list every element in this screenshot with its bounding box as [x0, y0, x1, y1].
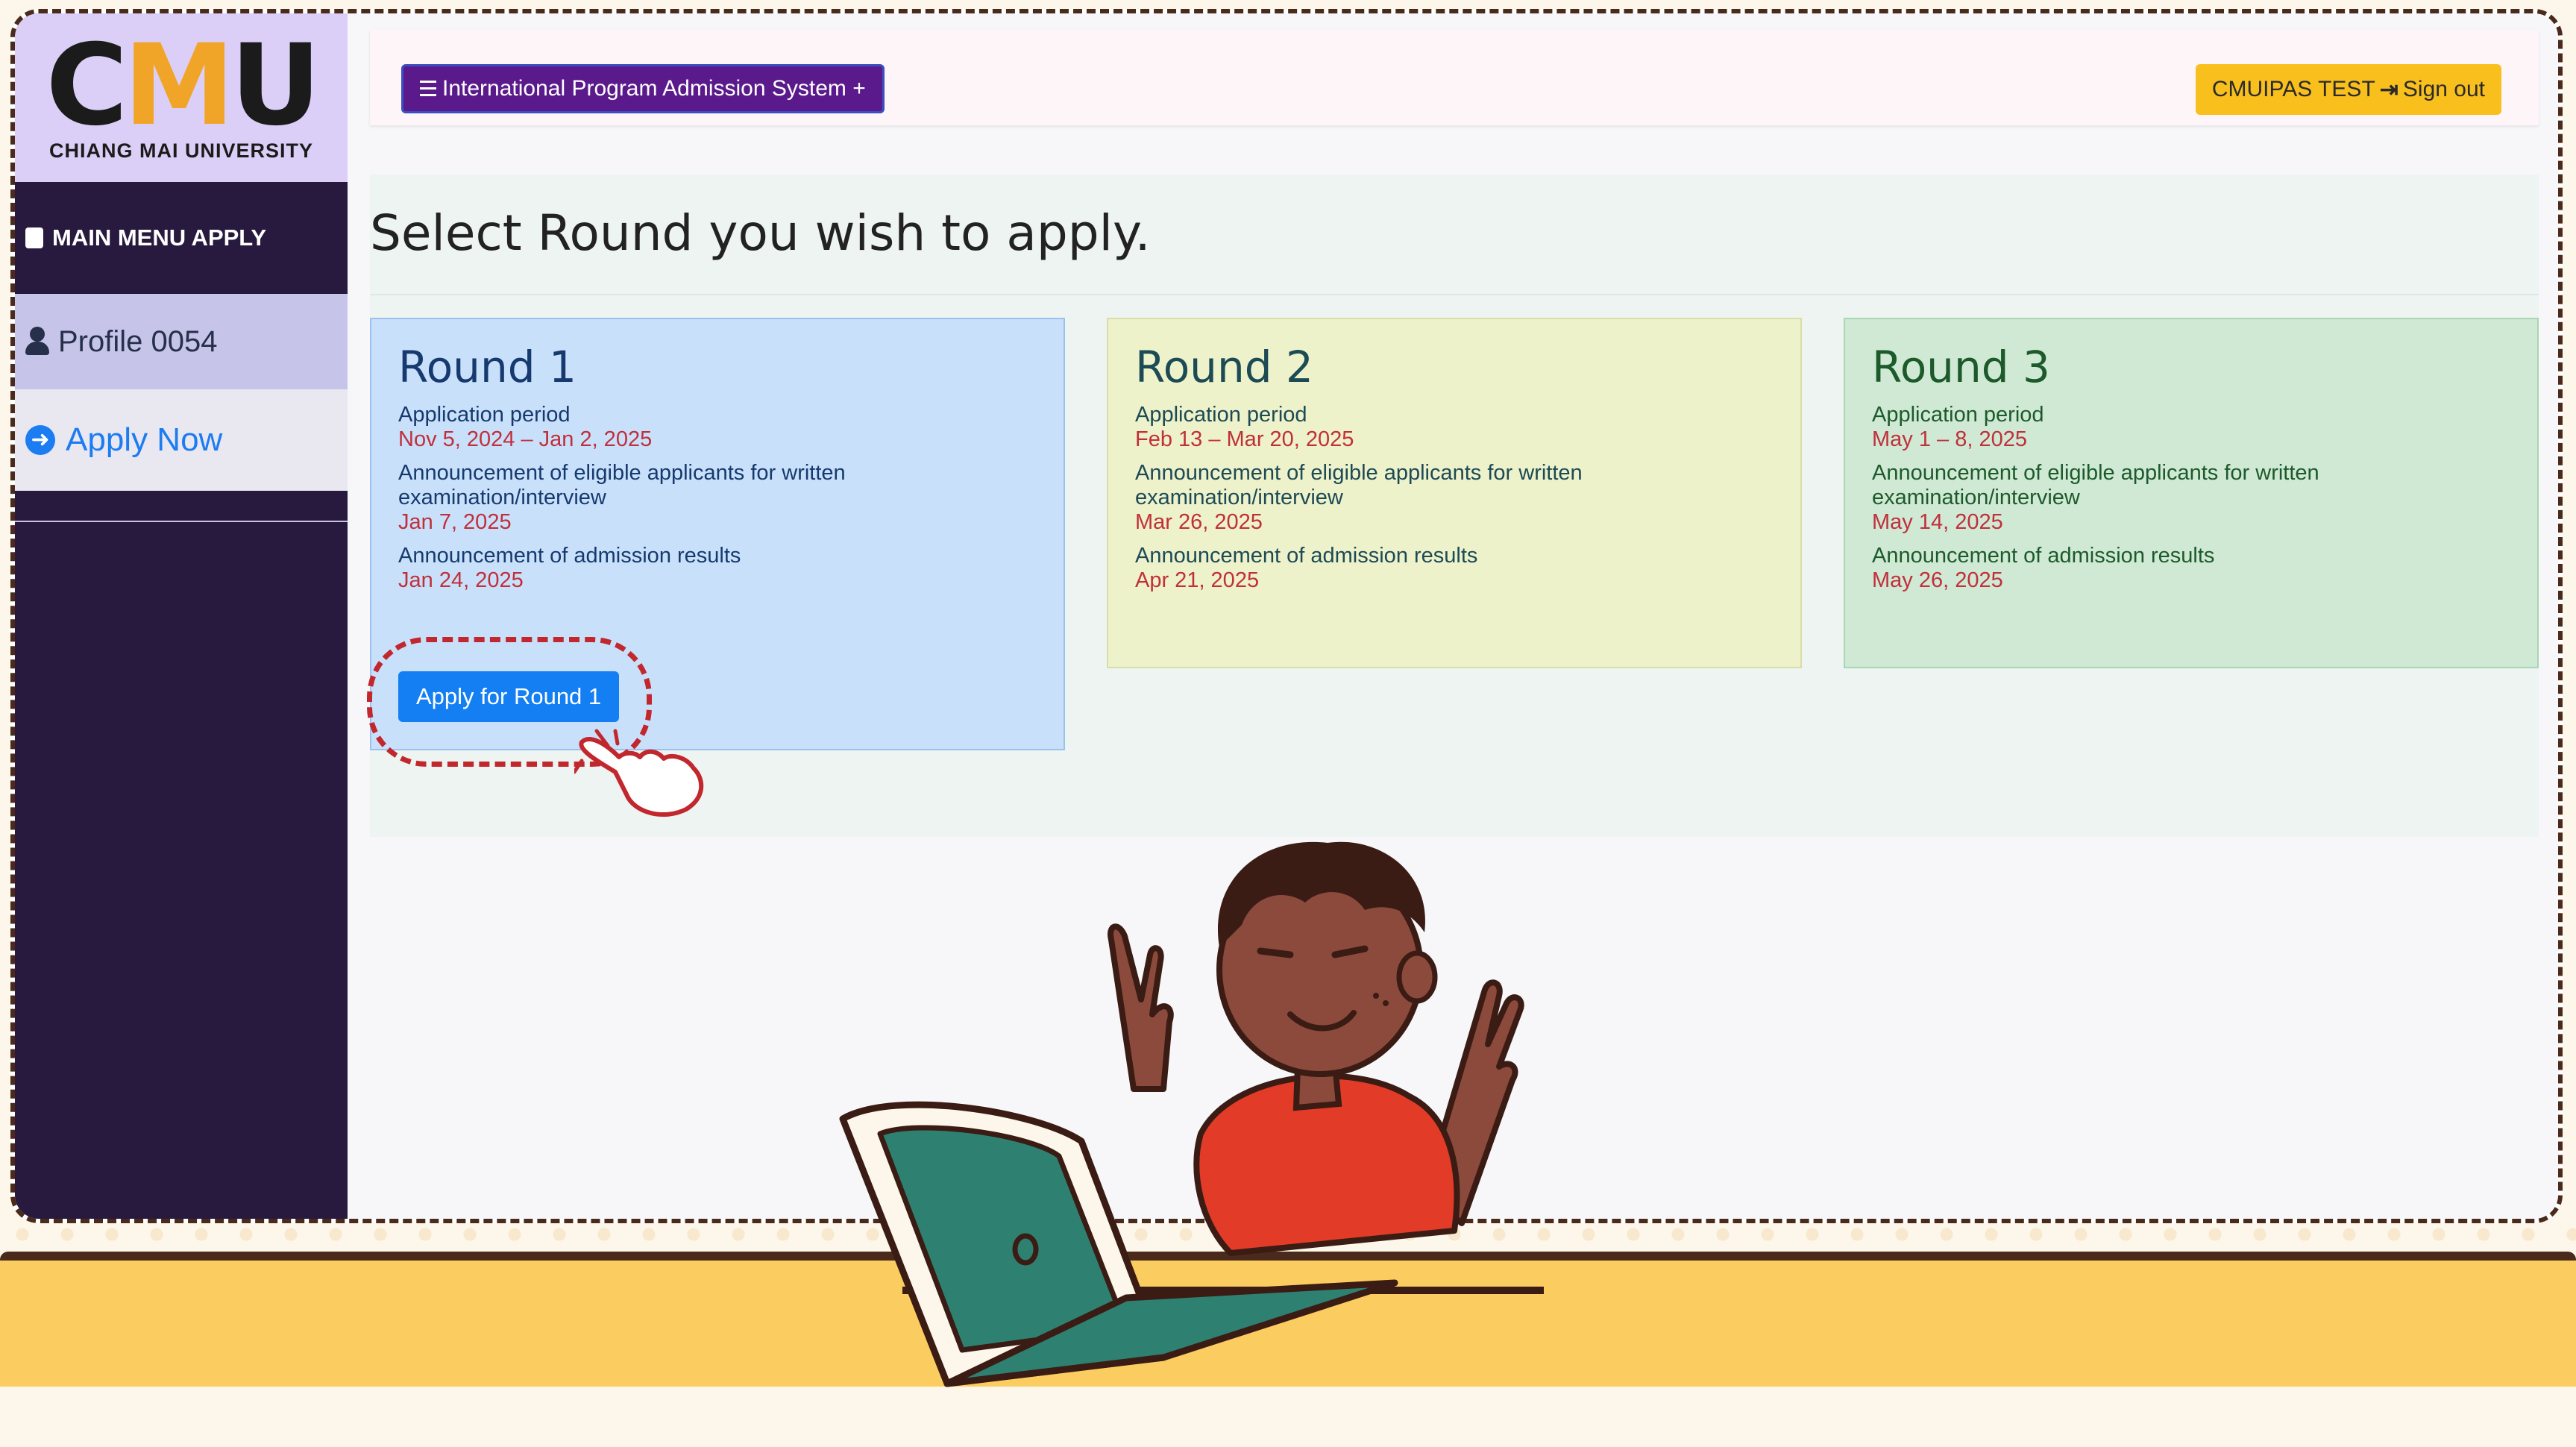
round-title: Round 3 [1872, 342, 2050, 392]
logo-subtitle: CHIANG MAI UNIVERSITY [48, 139, 314, 162]
eligible-announcement-value: Mar 26, 2025 [1135, 510, 1263, 534]
round-title: Round 2 [1135, 342, 1313, 392]
round-card-2: Round 2 Application period Feb 13 – Mar … [1107, 318, 1802, 668]
pointing-hand-icon [574, 729, 704, 817]
application-period-label: Application period [1872, 403, 2044, 427]
sidebar-item-apply-now[interactable]: ➜ Apply Now [15, 389, 348, 491]
round-title: Round 1 [398, 342, 577, 392]
sidebar: CMU CHIANG MAI UNIVERSITY MAIN MENU APPL… [15, 13, 348, 1219]
menu-icon [420, 81, 436, 97]
contact-card-icon [25, 227, 43, 248]
results-announcement-value: Apr 21, 2025 [1135, 568, 1260, 592]
system-menu-button[interactable]: International Program Admission System + [401, 64, 885, 113]
results-announcement-value: May 26, 2025 [1872, 568, 2003, 592]
main-menu-label: MAIN MENU APPLY [52, 225, 267, 251]
eligible-announcement-label: Announcement of eligible applicants for … [1135, 461, 1583, 509]
eligible-announcement-label: Announcement of eligible applicants for … [1872, 461, 2319, 509]
eligible-announcement-value: Jan 7, 2025 [398, 510, 512, 534]
application-period-label: Application period [1135, 403, 1307, 427]
sidebar-item-label: Profile 0054 [58, 324, 218, 358]
eligible-announcement-value: May 14, 2025 [1872, 510, 2003, 534]
sidebar-divider [15, 521, 348, 522]
main-menu-heading: MAIN MENU APPLY [15, 182, 348, 294]
top-navbar: International Program Admission System +… [370, 30, 2539, 125]
signout-label: Sign out [2402, 77, 2485, 101]
results-announcement-label: Announcement of admission results [398, 544, 741, 568]
system-button-label: International Program Admission System + [442, 76, 866, 101]
round-card-3: Round 3 Application period May 1 – 8, 20… [1844, 318, 2539, 668]
results-announcement-label: Announcement of admission results [1872, 544, 2215, 568]
user-label: CMUIPAS TEST [2211, 77, 2375, 101]
sidebar-item-label: Apply Now [66, 421, 223, 458]
sign-out-icon: ⇥ [2379, 77, 2398, 102]
signout-button[interactable]: CMUIPAS TEST ⇥ Sign out [2195, 64, 2501, 115]
application-period-value: Feb 13 – Mar 20, 2025 [1135, 427, 1354, 451]
logo-mark: CMU [45, 20, 321, 151]
results-announcement-label: Announcement of admission results [1135, 544, 1478, 568]
eligible-announcement-label: Announcement of eligible applicants for … [398, 461, 846, 509]
title-divider [370, 294, 2539, 295]
application-period-value: Nov 5, 2024 – Jan 2, 2025 [398, 427, 653, 451]
application-period-value: May 1 – 8, 2025 [1872, 427, 2027, 451]
boy-laptop-illustration [839, 841, 1544, 1387]
cmu-logo[interactable]: CMU CHIANG MAI UNIVERSITY [15, 13, 348, 182]
application-period-label: Application period [398, 403, 571, 427]
arrow-circle-right-icon: ➜ [25, 425, 55, 455]
sidebar-item-profile[interactable]: Profile 0054 [15, 294, 348, 389]
user-icon [25, 327, 49, 357]
page-title: Select Round you wish to apply. [370, 204, 1151, 262]
results-announcement-value: Jan 24, 2025 [398, 568, 524, 592]
